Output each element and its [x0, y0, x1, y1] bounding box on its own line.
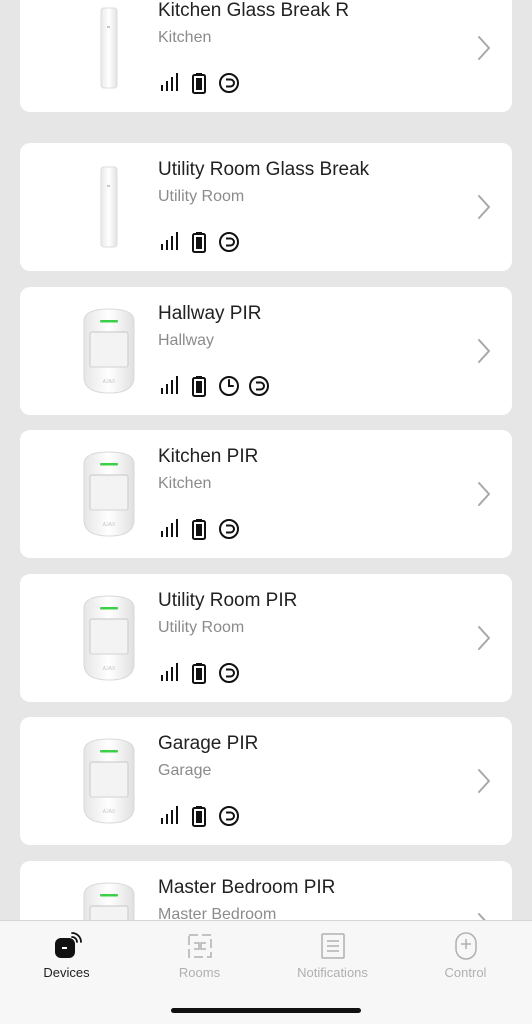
- device-card[interactable]: AJAX Hallway PIR Hallway: [20, 287, 512, 415]
- device-status-icons: [158, 662, 240, 684]
- tab-label: Rooms: [178, 965, 221, 980]
- chevron-right-icon[interactable]: [476, 480, 492, 508]
- signal-icon: [158, 518, 180, 540]
- signal-icon: [158, 231, 180, 253]
- chevron-right-icon[interactable]: [476, 911, 492, 920]
- detection-icon: [248, 375, 270, 397]
- device-room: Utility Room: [158, 188, 245, 205]
- battery-icon: [188, 805, 210, 827]
- device-card[interactable]: Kitchen Glass Break R Kitchen: [20, 0, 512, 112]
- device-list: Kitchen Glass Break R Kitchen Utility Ro…: [0, 0, 532, 920]
- device-card[interactable]: AJAX Utility Room PIR Utility Room: [20, 574, 512, 702]
- device-room: Kitchen: [158, 29, 212, 46]
- device-room: Garage: [158, 762, 212, 779]
- detection-icon: [218, 662, 240, 684]
- device-thumbnail: [60, 159, 158, 255]
- device-thumbnail: [60, 0, 158, 96]
- device-status-icons: [158, 72, 240, 94]
- battery-icon: [188, 375, 210, 397]
- rooms-icon: [185, 931, 215, 961]
- chevron-right-icon[interactable]: [476, 767, 492, 795]
- device-name: Garage PIR: [158, 733, 259, 754]
- detection-icon: [218, 72, 240, 94]
- device-status-icons: [158, 518, 240, 540]
- tab-rooms[interactable]: Rooms: [133, 921, 266, 991]
- device-thumbnail: AJAX: [60, 877, 158, 920]
- device-card[interactable]: AJAX Garage PIR Garage: [20, 717, 512, 845]
- battery-icon: [188, 72, 210, 94]
- notifications-icon: [318, 931, 348, 961]
- device-card[interactable]: AJAX Kitchen PIR Kitchen: [20, 430, 512, 558]
- svg-text:AJAX: AJAX: [103, 522, 116, 528]
- tab-label: Control: [444, 965, 487, 980]
- device-thumbnail: AJAX: [60, 303, 158, 399]
- device-thumbnail: AJAX: [60, 590, 158, 686]
- device-card[interactable]: AJAX Master Bedroom PIR Master Bedroom: [20, 861, 512, 920]
- device-status-icons: [158, 375, 270, 397]
- tab-control[interactable]: Control: [399, 921, 532, 991]
- battery-icon: [188, 518, 210, 540]
- signal-icon: [158, 72, 180, 94]
- home-indicator: [171, 1008, 361, 1013]
- device-name: Utility Room Glass Break: [158, 159, 370, 180]
- tab-notifications[interactable]: Notifications: [266, 921, 399, 991]
- svg-text:AJAX: AJAX: [103, 379, 116, 385]
- signal-icon: [158, 805, 180, 827]
- device-name: Master Bedroom PIR: [158, 877, 336, 898]
- chevron-right-icon[interactable]: [476, 34, 492, 62]
- device-name: Utility Room PIR: [158, 590, 298, 611]
- device-status-icons: [158, 805, 240, 827]
- signal-icon: [158, 662, 180, 684]
- tab-label: Notifications: [297, 965, 368, 980]
- svg-text:AJAX: AJAX: [103, 809, 116, 815]
- device-name: Hallway PIR: [158, 303, 262, 324]
- device-room: Master Bedroom: [158, 906, 277, 920]
- device-status-icons: [158, 231, 240, 253]
- svg-text:AJAX: AJAX: [103, 666, 116, 672]
- device-name: Kitchen PIR: [158, 446, 259, 467]
- detection-icon: [218, 518, 240, 540]
- device-thumbnail: AJAX: [60, 446, 158, 542]
- device-thumbnail: AJAX: [60, 733, 158, 829]
- battery-icon: [188, 231, 210, 253]
- device-room: Hallway: [158, 332, 215, 349]
- device-room: Kitchen: [158, 475, 212, 492]
- chevron-right-icon[interactable]: [476, 337, 492, 365]
- control-icon: [451, 931, 481, 961]
- device-name: Kitchen Glass Break R: [158, 0, 350, 21]
- chevron-right-icon[interactable]: [476, 193, 492, 221]
- signal-icon: [158, 375, 180, 397]
- battery-icon: [188, 662, 210, 684]
- device-card[interactable]: Utility Room Glass Break Utility Room: [20, 143, 512, 271]
- tab-label: Devices: [43, 965, 90, 980]
- detection-icon: [218, 231, 240, 253]
- tab-devices[interactable]: Devices: [0, 921, 133, 991]
- device-room: Utility Room: [158, 619, 245, 636]
- chevron-right-icon[interactable]: [476, 624, 492, 652]
- delay-timer-icon: [218, 375, 240, 397]
- detection-icon: [218, 805, 240, 827]
- devices-icon: [52, 931, 82, 961]
